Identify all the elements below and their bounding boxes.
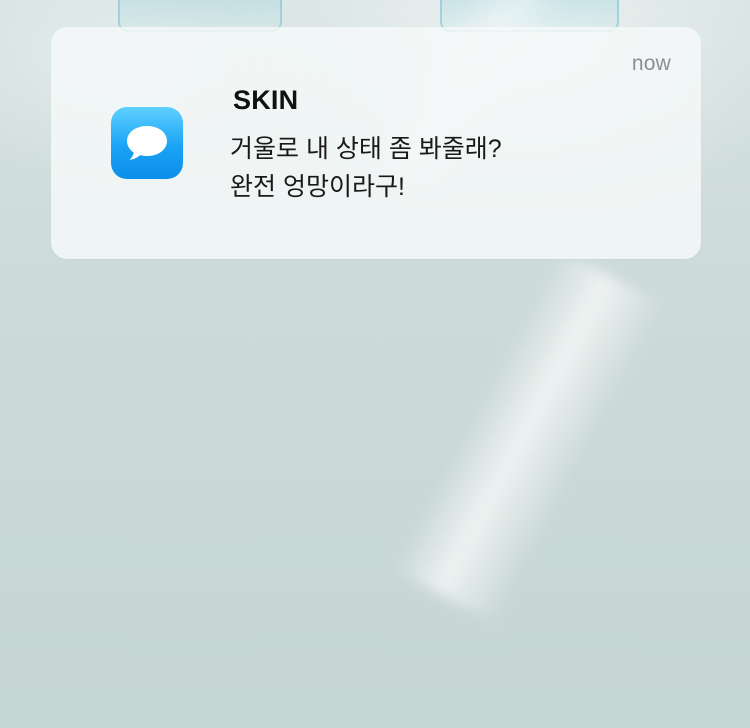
notification-title: SKIN [233, 85, 299, 115]
messages-app-icon [111, 107, 183, 179]
notification-timestamp: now [631, 52, 671, 75]
notification-banner[interactable]: now SKIN 거울로 내 상태 좀 봐줄래? 완전 엉망이라구! [51, 27, 701, 259]
message-line: 거울로 내 상태 좀 봐줄래? [230, 135, 502, 163]
message-line: 완전 엉망이라구! [230, 173, 405, 201]
speech-bubble-icon [127, 126, 167, 160]
notification-message: 거울로 내 상태 좀 봐줄래? 완전 엉망이라구! [230, 130, 502, 206]
